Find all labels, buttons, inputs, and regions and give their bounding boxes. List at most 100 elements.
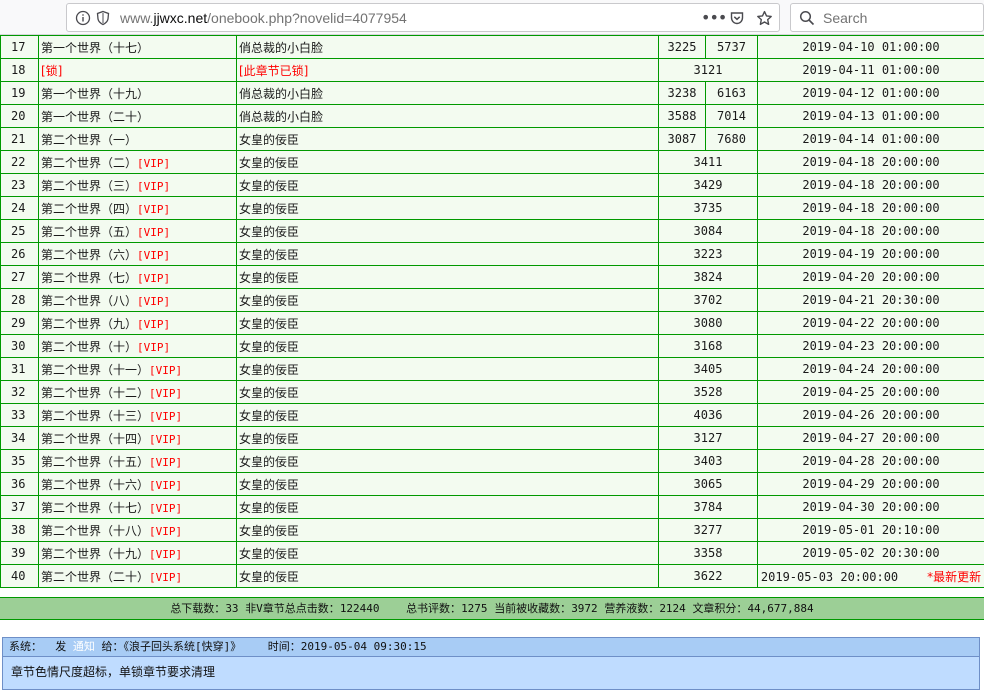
chapter-title-link[interactable]: 第一个世界（十九）	[41, 87, 149, 101]
chapter-number: 17	[0, 35, 39, 59]
url-prefix: www.	[120, 10, 154, 26]
update-time: 2019-04-24 20:00:00	[757, 357, 984, 381]
vip-tag: [VIP]	[137, 248, 171, 262]
chapter-title-link[interactable]: 第二个世界（十二）	[41, 386, 149, 400]
chapter-title-link[interactable]: 第二个世界（九）	[41, 317, 137, 331]
chapter-number: 21	[0, 127, 39, 151]
chapter-number: 29	[0, 311, 39, 335]
chapter-summary: 女皇的佞臣	[239, 500, 300, 515]
chapter-row: 36 第二个世界（十六）[VIP] 女皇的佞臣 3065 2019-04-29 20:0…	[0, 472, 984, 496]
chapter-number: 39	[0, 541, 39, 565]
chapter-summary: 女皇的佞臣	[239, 293, 300, 308]
chapter-title-link[interactable]: 第二个世界（八）	[41, 294, 137, 308]
chapter-summary: 女皇的佞臣	[239, 385, 300, 400]
url-text[interactable]: www.jjwxc.net/onebook.php?novelid=407795…	[120, 10, 407, 26]
chapter-row: 19 第一个世界（十九） 俏总裁的小白脸 3238 6163 2019-04-12 01:…	[0, 81, 984, 105]
click-count: 7014	[705, 104, 758, 128]
chapter-summary: 女皇的佞臣	[239, 546, 300, 561]
chapter-row: 35 第二个世界（十五）[VIP] 女皇的佞臣 3403 2019-04-28 20:0…	[0, 449, 984, 473]
chapter-row: 37 第二个世界（十七）[VIP] 女皇的佞臣 3784 2019-04-30 20:0…	[0, 495, 984, 519]
chapter-number: 36	[0, 472, 39, 496]
chapter-title-link[interactable]: 第二个世界（十八）	[41, 524, 149, 538]
chapter-title-link[interactable]: 第二个世界（一）	[41, 133, 137, 147]
chapter-row: 34 第二个世界（十四）[VIP] 女皇的佞臣 3127 2019-04-27 20:0…	[0, 426, 984, 450]
chapter-summary: 女皇的佞臣	[239, 316, 300, 331]
vip-tag: [VIP]	[149, 524, 183, 538]
vip-tag: [VIP]	[137, 294, 171, 308]
chapter-row: 32 第二个世界（十二）[VIP] 女皇的佞臣 3528 2019-04-25 20:0…	[0, 380, 984, 404]
chapter-row: 39 第二个世界（十九）[VIP] 女皇的佞臣 3358 2019-05-02 20:3…	[0, 541, 984, 565]
url-bar[interactable]: www.jjwxc.net/onebook.php?novelid=407795…	[66, 3, 780, 32]
chapter-row: 28 第二个世界（八）[VIP] 女皇的佞臣 3702 2019-04-21 20:30…	[0, 288, 984, 312]
nutrition-value: 2124	[659, 602, 686, 615]
click-count: 5737	[705, 35, 758, 59]
chapter-row: 23 第二个世界（三）[VIP] 女皇的佞臣 3429 2019-04-18 20:00…	[0, 173, 984, 197]
update-time: 2019-04-13 01:00:00	[757, 104, 984, 128]
chapter-number: 20	[0, 104, 39, 128]
chapter-title-link[interactable]: 第二个世界（二十）	[41, 570, 149, 584]
chapter-number: 25	[0, 219, 39, 243]
chapter-title-link[interactable]: 第二个世界（十七）	[41, 501, 149, 515]
chapter-number: 18	[0, 58, 39, 82]
chapter-title-link[interactable]: 第一个世界（十七）	[41, 41, 149, 55]
info-icon[interactable]	[75, 10, 91, 26]
update-time: 2019-04-28 20:00:00	[757, 449, 984, 473]
chapter-title-link[interactable]: 第二个世界（十六）	[41, 478, 149, 492]
word-count: 3405	[658, 357, 758, 381]
word-count: 3528	[658, 380, 758, 404]
chapter-row: 20 第一个世界（二十） 俏总裁的小白脸 3588 7014 2019-04-13 01:…	[0, 104, 984, 128]
send-label: 发	[55, 640, 67, 653]
chapter-summary: 女皇的佞臣	[239, 569, 300, 584]
pocket-icon[interactable]	[729, 10, 745, 26]
chapter-title-link[interactable]: 第二个世界（七）	[41, 271, 137, 285]
chapter-row: 18 [锁] [此章节已锁] 3121 2019-04-11 01:00:00	[0, 58, 984, 82]
vip-tag: [VIP]	[149, 432, 183, 446]
chapter-summary: 女皇的佞臣	[239, 247, 300, 262]
chapter-title-link[interactable]: 第二个世界（十九）	[41, 547, 149, 561]
vip-tag: [VIP]	[137, 156, 171, 170]
system-label: 系统：	[9, 640, 42, 653]
bookmark-star-icon[interactable]	[756, 10, 772, 26]
word-count: 3087	[658, 127, 706, 151]
chapter-number: 35	[0, 449, 39, 473]
search-input[interactable]: Search	[790, 3, 984, 32]
update-time: 2019-04-10 01:00:00	[757, 35, 984, 59]
url-domain: jjwxc.net	[153, 10, 208, 26]
update-time: 2019-04-19 20:00:00	[757, 242, 984, 266]
word-count: 3223	[658, 242, 758, 266]
chapter-title-link[interactable]: 第二个世界（三）	[41, 179, 137, 193]
chapter-title-link[interactable]: 第二个世界（五）	[41, 225, 137, 239]
chapter-title-link[interactable]: 第二个世界（十五）	[41, 455, 149, 469]
word-count: 3784	[658, 495, 758, 519]
vip-tag: [VIP]	[149, 501, 183, 515]
chapter-title-link[interactable]: 第二个世界（十一）	[41, 363, 149, 377]
chapter-summary: 女皇的佞臣	[239, 431, 300, 446]
reviews-label: 总书评数：	[406, 602, 462, 615]
chapter-title-link[interactable]: 第二个世界（二）	[41, 156, 137, 170]
tracking-shield-icon[interactable]	[95, 10, 111, 26]
word-count: 3403	[658, 449, 758, 473]
chapter-title-link[interactable]: 第二个世界（六）	[41, 248, 137, 262]
chapter-row: 27 第二个世界（七）[VIP] 女皇的佞臣 3824 2019-04-20 20:00…	[0, 265, 984, 289]
chapter-number: 28	[0, 288, 39, 312]
word-count: 3238	[658, 81, 706, 105]
vip-tag: [VIP]	[149, 455, 183, 469]
chapter-number: 33	[0, 403, 39, 427]
book-title-link[interactable]: 《浪子回头系统[快穿]》	[124, 640, 242, 653]
word-count: 3065	[658, 472, 758, 496]
chapter-row: 22 第二个世界（二）[VIP] 女皇的佞臣 3411 2019-04-18 20:00…	[0, 150, 984, 174]
chapter-row: 17 第一个世界（十七） 俏总裁的小白脸 3225 5737 2019-04-10 01:…	[0, 35, 984, 59]
vip-tag: [VIP]	[137, 225, 171, 239]
chapter-title-link[interactable]: 第二个世界（十）	[41, 340, 137, 354]
word-count: 3121	[658, 58, 758, 82]
notice-time: 2019-05-04 09:30:15	[300, 640, 427, 653]
chapter-title-link[interactable]: 第二个世界（十三）	[41, 409, 149, 423]
chapter-title-link[interactable]: 第一个世界（二十）	[41, 110, 149, 124]
update-time: 2019-05-03 20:00:00	[760, 569, 899, 584]
page-actions-icon[interactable]: •••	[701, 10, 727, 26]
vip-tag: [VIP]	[149, 386, 183, 400]
chapter-row: 40 第二个世界（二十）[VIP] 女皇的佞臣 3622 2019-05-03 20:0…	[0, 564, 984, 588]
chapter-title-link[interactable]: 第二个世界（十四）	[41, 432, 149, 446]
chapter-title-link[interactable]: 第二个世界（四）	[41, 202, 137, 216]
chapter-row: 38 第二个世界（十八）[VIP] 女皇的佞臣 3277 2019-05-01 20:1…	[0, 518, 984, 542]
